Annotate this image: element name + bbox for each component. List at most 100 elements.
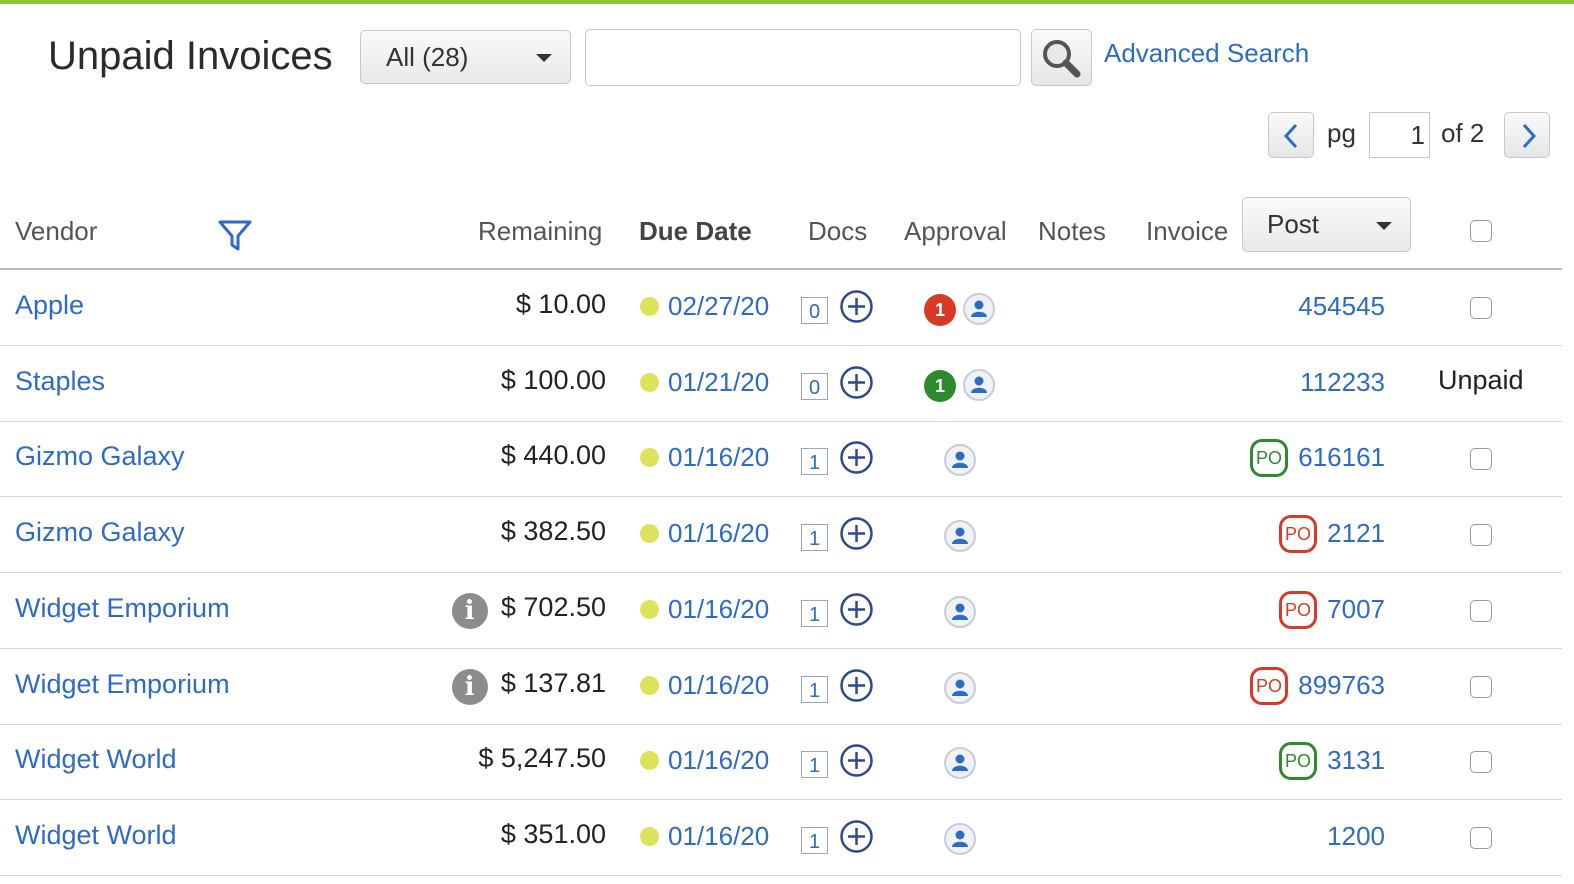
search-button[interactable] [1031,29,1092,86]
column-header-docs[interactable]: Docs [808,216,867,247]
column-header-vendor[interactable]: Vendor [15,216,97,247]
purchase-order-badge[interactable]: PO [1279,590,1317,629]
person-icon [944,520,976,553]
row-select-checkbox[interactable] [1470,297,1492,319]
doc-count-button[interactable]: 1 [801,675,828,703]
due-date-link[interactable]: 01/16/20 [668,518,769,549]
chevron-right-icon [1522,123,1537,149]
advanced-search-link[interactable]: Advanced Search [1104,38,1309,69]
approver-button[interactable] [943,822,977,861]
add-document-button[interactable] [839,819,874,859]
row-select-checkbox[interactable] [1470,448,1492,471]
column-header-approval[interactable]: Approval [904,216,1007,247]
doc-count-button[interactable]: 1 [801,524,828,552]
doc-count-button[interactable]: 1 [801,826,828,854]
doc-count-button[interactable]: 0 [801,372,828,400]
invoice-number-link[interactable]: 3131 [1327,745,1385,776]
approver-button[interactable] [943,595,977,634]
plus-circle-icon [840,820,873,853]
vendor-link[interactable]: Staples [15,366,105,397]
post-select-value: Post [1267,209,1320,239]
add-document-button[interactable] [839,743,874,783]
next-page-button[interactable] [1504,112,1550,158]
caret-down-icon [1376,222,1392,230]
due-date-link[interactable]: 01/21/20 [668,367,769,398]
remaining-amount: $ 440.00 [500,440,606,471]
invoice-filter-select[interactable]: All (28) [360,30,571,84]
purchase-order-badge[interactable]: PO [1250,439,1288,478]
caret-down-icon [536,54,552,62]
status-label: Unpaid [1438,364,1524,395]
remaining-amount: $ 10.00 [515,289,606,319]
vendor-link[interactable]: Gizmo Galaxy [15,517,185,548]
add-document-button[interactable] [839,592,874,632]
approval-count-badge[interactable]: 1 [924,294,956,326]
approver-button[interactable] [943,671,977,710]
table-row: Widget World $ 5,247.50 01/16/20 1 PO 3131 [0,724,1562,801]
prev-page-button[interactable] [1268,112,1314,158]
approver-button[interactable] [943,519,977,558]
invoice-number-link[interactable]: 1200 [1327,821,1385,852]
row-select-checkbox[interactable] [1470,751,1492,774]
doc-count-button[interactable]: 0 [801,297,828,324]
person-icon [944,444,976,477]
select-all-checkbox[interactable] [1470,220,1492,242]
column-header-invoice[interactable]: Invoice [1146,216,1228,247]
invoice-number-link[interactable]: 899763 [1298,670,1385,701]
column-header-remaining[interactable]: Remaining [478,216,602,247]
column-header-notes[interactable]: Notes [1038,216,1106,247]
vendor-link[interactable]: Apple [15,290,84,321]
vendor-link[interactable]: Widget World [15,820,177,851]
page-number-input[interactable] [1369,112,1430,158]
table-row: Widget Emporium i $ 702.50 01/16/20 1 PO 7007 [0,573,1562,649]
vendor-link[interactable]: Widget Emporium [15,669,230,700]
search-input[interactable] [585,29,1021,86]
person-icon [944,747,976,780]
doc-count-button[interactable]: 1 [801,751,828,779]
doc-count-button[interactable]: 1 [801,448,828,476]
vendor-link[interactable]: Widget Emporium [15,593,230,624]
due-date-link[interactable]: 01/16/20 [668,594,769,625]
column-header-due-date[interactable]: Due Date [639,216,752,247]
due-status-dot [640,751,659,771]
invoice-number-link[interactable]: 112233 [1300,367,1385,398]
row-select-checkbox[interactable] [1470,599,1492,622]
row-select-checkbox[interactable] [1470,524,1492,547]
info-icon[interactable]: i [451,592,488,629]
row-select-checkbox[interactable] [1470,675,1492,698]
invoice-number-link[interactable]: 616161 [1298,442,1385,473]
invoice-number-link[interactable]: 454545 [1298,291,1385,322]
person-icon [963,293,995,325]
vendor-link[interactable]: Widget World [15,744,177,775]
filter-funnel-icon[interactable] [218,219,252,253]
purchase-order-badge[interactable]: PO [1250,666,1288,705]
row-select-checkbox[interactable] [1470,826,1492,849]
doc-count-button[interactable]: 1 [801,599,828,627]
approver-button[interactable] [943,443,977,482]
due-date-link[interactable]: 02/27/20 [668,291,769,322]
add-document-button[interactable] [839,516,874,556]
remaining-amount: $ 702.50 [500,591,606,622]
approver-button[interactable] [943,746,977,785]
add-document-button[interactable] [839,668,874,708]
vendor-link[interactable]: Gizmo Galaxy [15,441,185,472]
approver-button[interactable] [962,292,996,331]
plus-circle-icon [840,668,873,702]
due-date-link[interactable]: 01/16/20 [668,821,769,852]
approver-button[interactable] [962,368,996,407]
purchase-order-badge[interactable]: PO [1279,742,1317,781]
post-action-select[interactable]: Post [1242,197,1411,252]
due-status-dot [640,372,659,392]
due-date-link[interactable]: 01/16/20 [668,670,769,701]
add-document-button[interactable] [839,289,874,329]
purchase-order-badge[interactable]: PO [1279,515,1317,554]
add-document-button[interactable] [839,440,874,480]
invoice-number-link[interactable]: 7007 [1327,594,1385,625]
invoice-number-link[interactable]: 2121 [1327,518,1385,549]
plus-circle-icon [840,744,873,777]
add-document-button[interactable] [839,365,874,405]
due-date-link[interactable]: 01/16/20 [668,745,769,776]
info-icon[interactable]: i [451,668,488,705]
approval-count-badge[interactable]: 1 [924,369,956,402]
due-date-link[interactable]: 01/16/20 [668,442,769,473]
